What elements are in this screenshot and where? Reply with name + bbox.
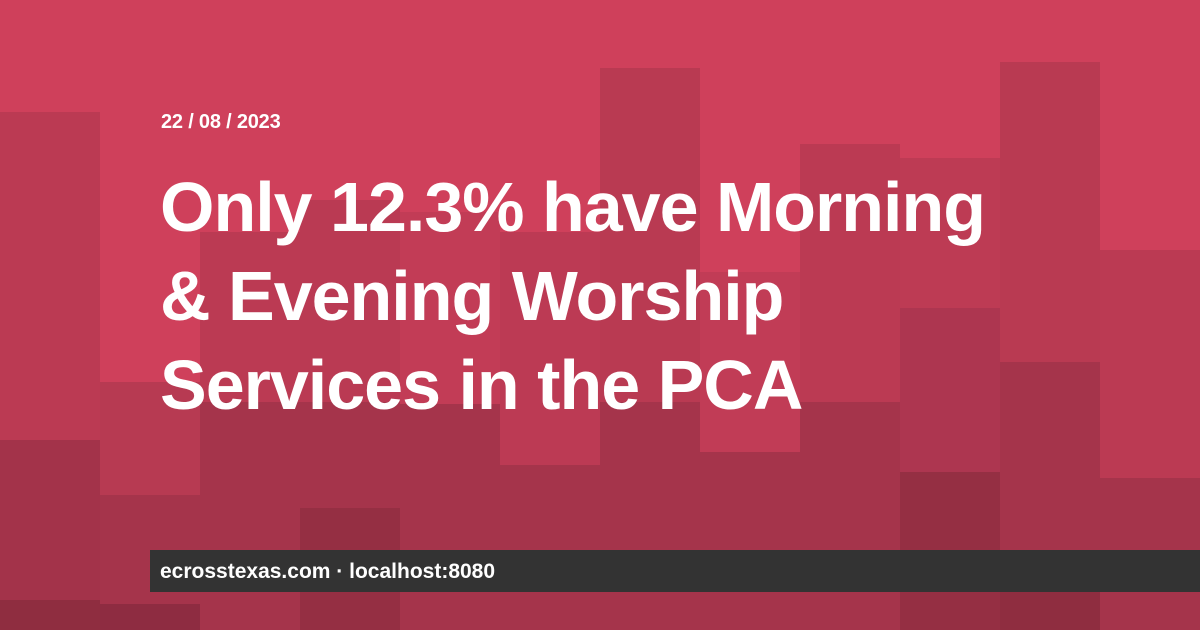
- title-line-1: Only 12.3% have Morning: [160, 168, 986, 246]
- footer-separator: ·: [336, 560, 344, 583]
- host-name: localhost:8080: [349, 560, 496, 583]
- footer-bar: ecrosstexas.com · localhost:8080: [150, 550, 1200, 592]
- footer-text: ecrosstexas.com · localhost:8080: [160, 560, 495, 584]
- title-line-2: & Evening Worship: [160, 257, 784, 335]
- site-name: ecrosstexas.com: [160, 560, 331, 583]
- post-date: 22 / 08 / 2023: [161, 111, 281, 133]
- post-title: Only 12.3% have Morning & Evening Worshi…: [160, 163, 1140, 430]
- title-line-3: Services in the PCA: [160, 346, 803, 424]
